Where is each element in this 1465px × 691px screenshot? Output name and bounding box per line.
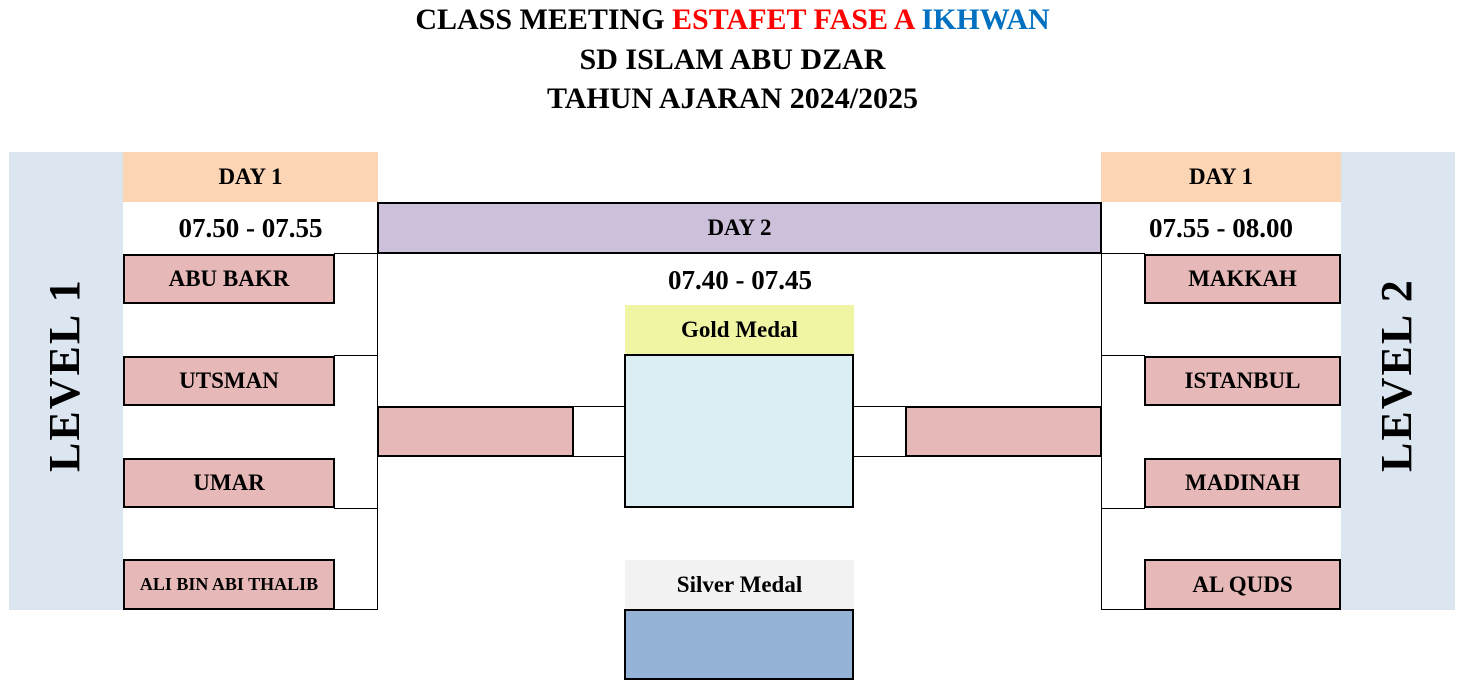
left-bracket-line — [334, 253, 378, 254]
left-team-slot: ABU BAKR — [123, 254, 335, 304]
right-team-slot: MAKKAH — [1144, 254, 1341, 304]
silver-medal-label: Silver Medal — [625, 560, 854, 610]
right-team-slot: MADINAH — [1144, 458, 1341, 508]
left-bracket-line — [334, 609, 378, 610]
right-bracket-line — [1101, 253, 1145, 254]
title-part-estafet: ESTAFET FASE A — [672, 3, 914, 36]
level-2-label: LEVEL 2 — [1372, 278, 1421, 472]
left-bracket-line — [377, 456, 378, 610]
left-final-connector — [573, 456, 626, 457]
left-team-slot: UTSMAN — [123, 356, 335, 406]
title-line-3: TAHUN AJARAN 2024/2025 — [546, 82, 919, 115]
left-team-slot: UMAR — [123, 458, 335, 508]
right-time: 07.55 - 08.00 — [1149, 212, 1293, 243]
left-day-label: DAY 1 — [123, 152, 378, 202]
title-part-ikhwan: IKHWAN — [921, 3, 1050, 36]
title-line-1: CLASS MEETING ESTAFET FASE A IKHWAN — [0, 2, 1465, 38]
title-part-class-meeting: CLASS MEETING — [415, 3, 665, 36]
right-winner-slot — [905, 406, 1102, 457]
left-final-connector — [573, 406, 626, 407]
left-time: 07.50 - 07.55 — [178, 212, 323, 243]
right-team-slot: ISTANBUL — [1144, 356, 1341, 406]
silver-medal-box — [624, 609, 854, 680]
gold-medal-box — [624, 354, 854, 508]
gold-medal-label: Gold Medal — [625, 305, 854, 355]
left-bracket-line — [334, 508, 378, 509]
right-day-label: DAY 1 — [1101, 152, 1341, 202]
right-bracket-line — [1101, 456, 1102, 610]
left-team-slot: ALI BIN ABI THALIB — [123, 559, 335, 610]
right-final-connector — [853, 406, 906, 407]
right-bracket-line — [1101, 253, 1102, 407]
left-bracket-line — [334, 355, 378, 356]
right-bracket-line — [1101, 508, 1145, 509]
right-bracket-line — [1101, 355, 1145, 356]
right-team-slot: AL QUDS — [1144, 559, 1341, 610]
level-1-label: LEVEL 1 — [40, 278, 89, 472]
left-winner-slot — [377, 406, 574, 457]
center-time: 07.40 - 07.45 — [668, 264, 812, 295]
right-bracket-line — [1101, 609, 1145, 610]
title-line-2: SD ISLAM ABU DZAR — [579, 43, 886, 76]
center-day-label: DAY 2 — [377, 202, 1102, 254]
right-final-connector — [853, 456, 906, 457]
left-bracket-line — [377, 253, 378, 407]
